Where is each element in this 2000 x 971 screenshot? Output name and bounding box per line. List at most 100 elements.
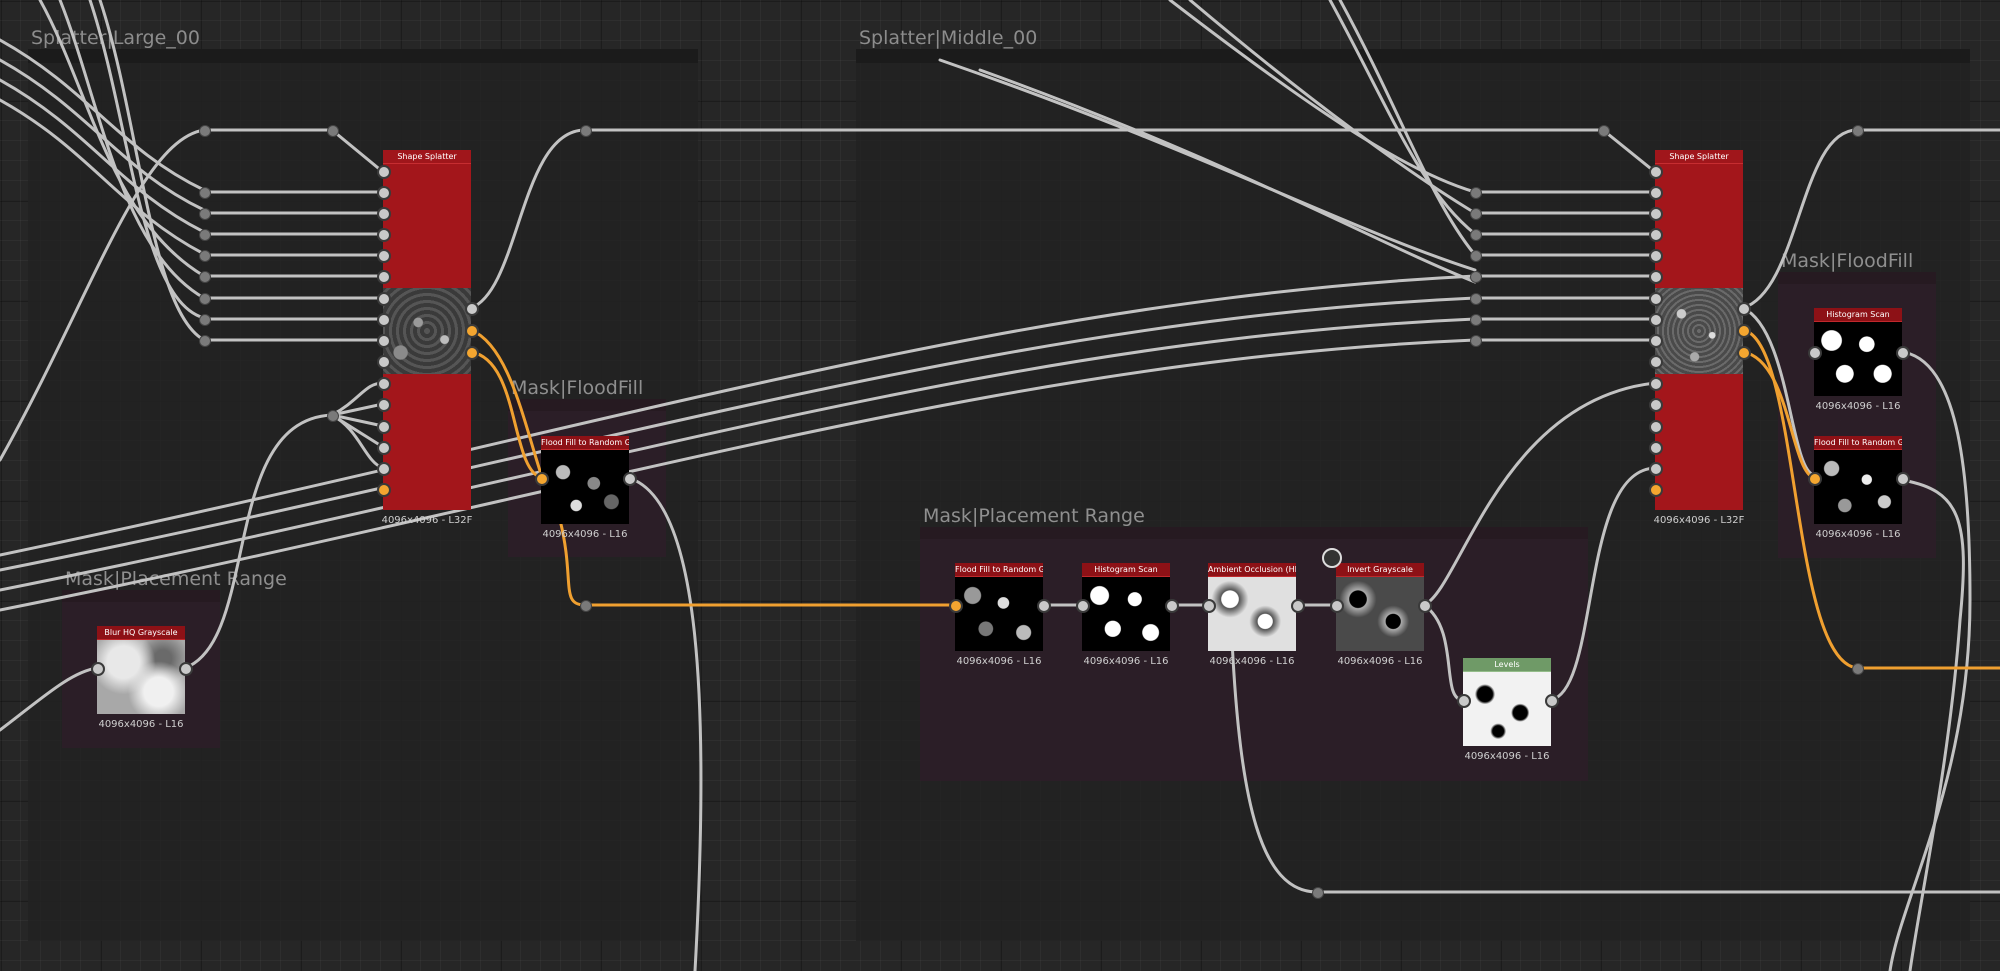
input-port[interactable] (1649, 483, 1663, 497)
output-port[interactable] (1737, 346, 1751, 360)
output-port[interactable] (623, 472, 637, 486)
input-port[interactable] (377, 377, 391, 391)
reroute-dot[interactable] (327, 410, 339, 422)
reroute-dot[interactable] (580, 125, 592, 137)
input-port[interactable] (377, 228, 391, 242)
node-shape-splatter-right[interactable]: Shape Splatter 4096x4096 - L32F (1654, 150, 1744, 526)
reroute-dot[interactable] (1470, 208, 1482, 220)
node-histogram-scan-mid[interactable]: Histogram Scan 4096x4096 - L16 (1082, 563, 1170, 667)
input-port[interactable] (949, 599, 963, 613)
node-levels[interactable]: Levels 4096x4096 - L16 (1463, 658, 1551, 762)
reroute-dot[interactable] (1470, 314, 1482, 326)
reroute-dot[interactable] (199, 293, 211, 305)
input-port[interactable] (1649, 355, 1663, 369)
reroute-dot[interactable] (199, 229, 211, 241)
output-port[interactable] (1165, 599, 1179, 613)
input-port[interactable] (1649, 441, 1663, 455)
input-port[interactable] (1649, 228, 1663, 242)
input-port[interactable] (1649, 270, 1663, 284)
input-port[interactable] (1649, 377, 1663, 391)
input-port[interactable] (1649, 249, 1663, 263)
input-port[interactable] (1649, 207, 1663, 221)
reroute-dot[interactable] (199, 187, 211, 199)
input-port[interactable] (1649, 420, 1663, 434)
output-port[interactable] (1896, 346, 1910, 360)
reroute-dot[interactable] (1470, 229, 1482, 241)
output-port[interactable] (465, 324, 479, 338)
input-port[interactable] (535, 472, 549, 486)
input-port[interactable] (377, 292, 391, 306)
node-ambient-occlusion[interactable]: Ambient Occlusion (HB 4096x4096 - L16 (1208, 563, 1296, 667)
input-port[interactable] (377, 355, 391, 369)
node-histogram-scan-right[interactable]: Histogram Scan 4096x4096 - L16 (1814, 308, 1902, 412)
input-port[interactable] (1649, 292, 1663, 306)
node-thumbnail (1463, 672, 1551, 746)
input-port[interactable] (1330, 599, 1344, 613)
output-port[interactable] (1291, 599, 1305, 613)
input-port[interactable] (377, 334, 391, 348)
reroute-dot[interactable] (199, 125, 211, 137)
input-port[interactable] (1649, 165, 1663, 179)
input-port[interactable] (377, 207, 391, 221)
reroute-dot[interactable] (199, 271, 211, 283)
node-caption: 4096x4096 - L16 (1815, 401, 1901, 412)
input-port[interactable] (1808, 472, 1822, 486)
reroute-dot[interactable] (1852, 125, 1864, 137)
output-port[interactable] (1737, 324, 1751, 338)
reroute-dot[interactable] (1470, 250, 1482, 262)
input-port[interactable] (1202, 599, 1216, 613)
input-port[interactable] (1649, 398, 1663, 412)
output-port[interactable] (465, 302, 479, 316)
reroute-dot[interactable] (1470, 335, 1482, 347)
input-port[interactable] (377, 441, 391, 455)
node-title: Blur HQ Grayscale (97, 626, 185, 640)
input-port[interactable] (377, 483, 391, 497)
reroute-dot[interactable] (199, 250, 211, 262)
node-invert-grayscale[interactable]: Invert Grayscale 4096x4096 - L16 (1336, 563, 1424, 667)
node-flood-fill-mid[interactable]: Flood Fill to Random Gr 4096x4096 - L16 (955, 563, 1043, 667)
input-port[interactable] (377, 165, 391, 179)
node-flood-fill-right[interactable]: Flood Fill to Random Gr 4096x4096 - L16 (1814, 436, 1902, 540)
node-thumbnail (1208, 577, 1296, 651)
input-port[interactable] (1649, 313, 1663, 327)
node-thumbnail (955, 577, 1043, 651)
node-flood-fill-left[interactable]: Flood Fill to Random Gr 4096x4096 - L16 (541, 436, 629, 540)
input-port[interactable] (377, 186, 391, 200)
node-title: Flood Fill to Random Gr (541, 436, 629, 450)
node-blur-hq-grayscale[interactable]: Blur HQ Grayscale 4096x4096 - L16 (97, 626, 185, 730)
reroute-dot[interactable] (1852, 663, 1864, 675)
output-port[interactable] (465, 346, 479, 360)
reroute-dot[interactable] (1598, 125, 1610, 137)
output-port[interactable] (1896, 472, 1910, 486)
input-port[interactable] (377, 249, 391, 263)
input-port[interactable] (1457, 694, 1471, 708)
reroute-dot[interactable] (199, 314, 211, 326)
output-port[interactable] (1418, 599, 1432, 613)
reroute-dot[interactable] (327, 125, 339, 137)
input-port[interactable] (1649, 462, 1663, 476)
input-port[interactable] (91, 662, 105, 676)
input-port[interactable] (377, 420, 391, 434)
output-port[interactable] (1545, 694, 1559, 708)
reroute-dot[interactable] (1470, 293, 1482, 305)
reroute-dot[interactable] (199, 208, 211, 220)
input-port[interactable] (377, 313, 391, 327)
graph-canvas[interactable]: Splatter|Large_00 Splatter|Middle_00 Mas… (0, 0, 2000, 971)
node-caption: 4096x4096 - L16 (1083, 656, 1169, 667)
input-port[interactable] (377, 462, 391, 476)
input-port[interactable] (1649, 186, 1663, 200)
reroute-dot[interactable] (199, 335, 211, 347)
reroute-dot[interactable] (1312, 887, 1324, 899)
output-port[interactable] (1737, 302, 1751, 316)
output-port[interactable] (1037, 599, 1051, 613)
input-port[interactable] (377, 270, 391, 284)
reroute-dot[interactable] (1470, 271, 1482, 283)
reroute-dot[interactable] (580, 600, 592, 612)
input-port[interactable] (1808, 346, 1822, 360)
node-shape-splatter-left[interactable]: Shape Splatter 4096x4096 - L32F (382, 150, 472, 526)
output-port[interactable] (179, 662, 193, 676)
input-port[interactable] (1649, 334, 1663, 348)
input-port[interactable] (1076, 599, 1090, 613)
reroute-dot[interactable] (1470, 187, 1482, 199)
input-port[interactable] (377, 398, 391, 412)
